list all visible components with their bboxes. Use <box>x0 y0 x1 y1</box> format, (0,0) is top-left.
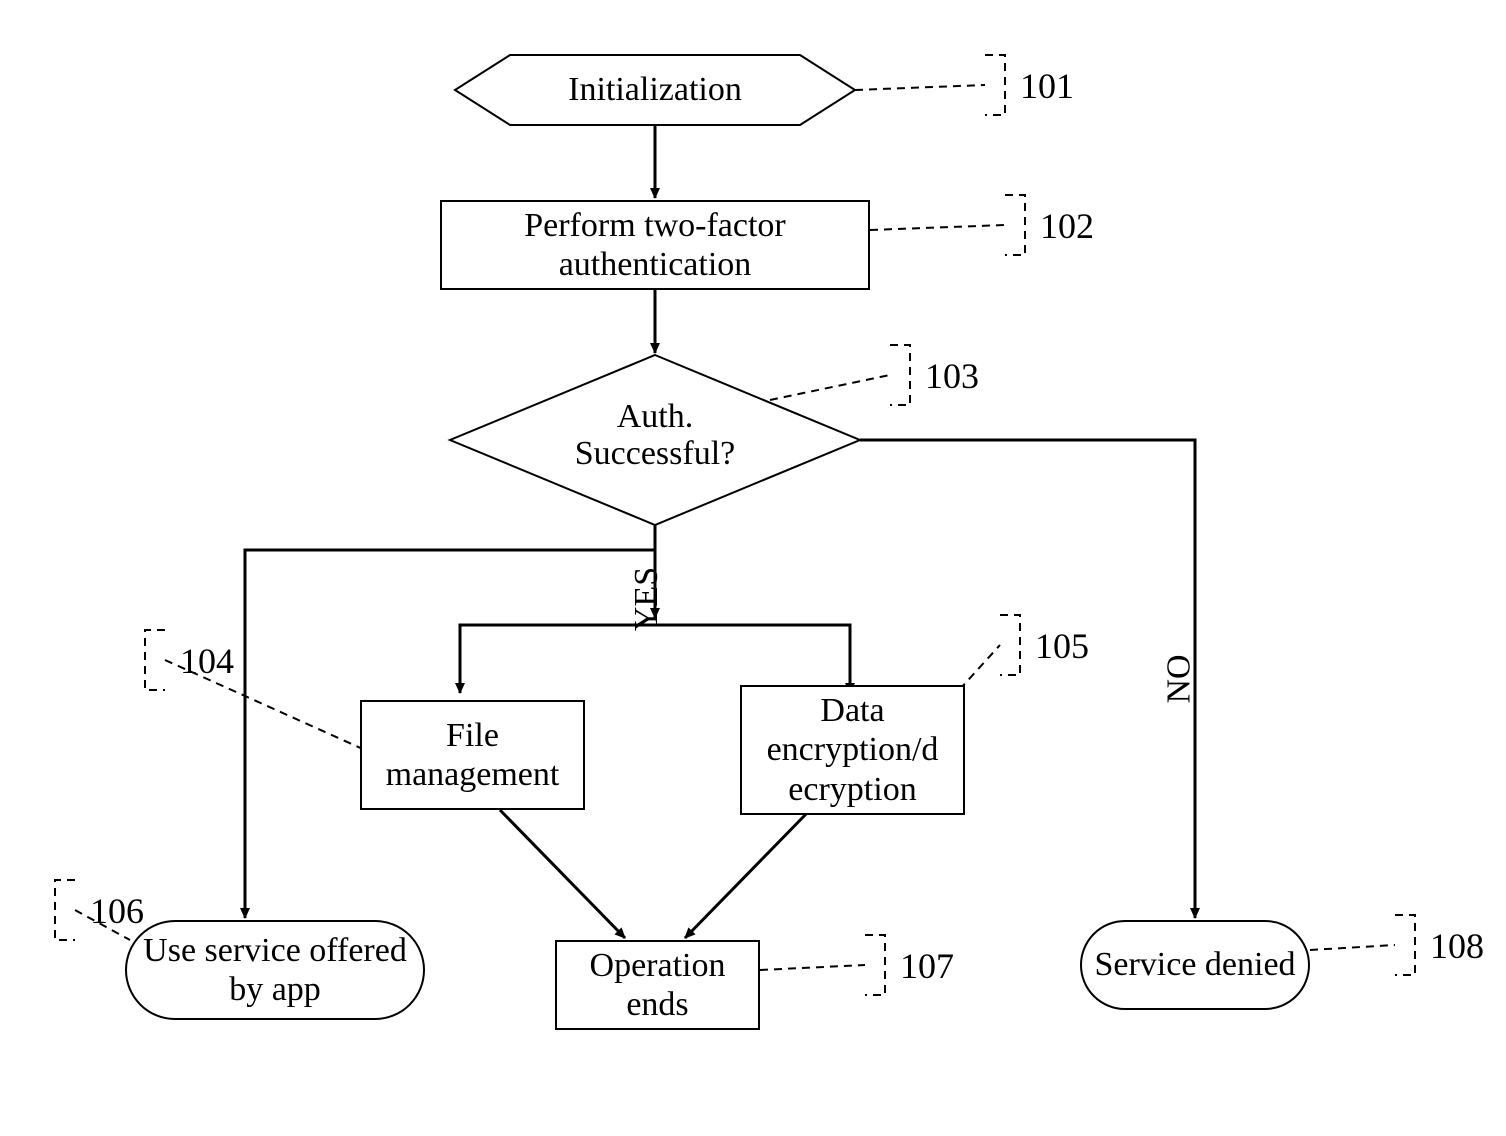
ref-105: 105 <box>1035 625 1089 667</box>
no-text: NO <box>1161 654 1198 703</box>
file-mgmt-node: File management <box>360 700 585 810</box>
ref-101: 101 <box>1020 65 1074 107</box>
data-enc-node: Data encryption/d ecryption <box>740 685 965 815</box>
decision-node-text: Auth. Successful? <box>555 398 755 473</box>
no-edge-label: NO <box>1161 654 1199 703</box>
ref-108: 108 <box>1430 925 1484 967</box>
init-label: Initialization <box>568 70 742 109</box>
ref-106: 106 <box>90 890 144 932</box>
service-denied-node: Service denied <box>1080 920 1310 1010</box>
flowchart-stage: Initialization Perform two-factor authen… <box>0 0 1506 1136</box>
ref-102: 102 <box>1040 205 1094 247</box>
use-service-node: Use service offered by app <box>125 920 425 1020</box>
op-ends-node: Operation ends <box>555 940 760 1030</box>
ref-103: 103 <box>925 355 979 397</box>
use-service-label: Use service offered by app <box>127 931 423 1009</box>
init-node: Initialization <box>510 55 800 125</box>
ref-104: 104 <box>180 640 234 682</box>
op-ends-label: Operation ends <box>557 946 758 1024</box>
ref-107: 107 <box>900 945 954 987</box>
service-denied-label: Service denied <box>1094 945 1295 984</box>
data-enc-label: Data encryption/d ecryption <box>742 691 963 808</box>
yes-text: YES <box>628 567 665 631</box>
auth-node: Perform two-factor authentication <box>440 200 870 290</box>
file-mgmt-label: File management <box>362 716 583 794</box>
yes-edge-label: YES <box>628 567 666 631</box>
auth-label: Perform two-factor authentication <box>442 206 868 284</box>
decision-label: Auth. Successful? <box>575 398 736 472</box>
